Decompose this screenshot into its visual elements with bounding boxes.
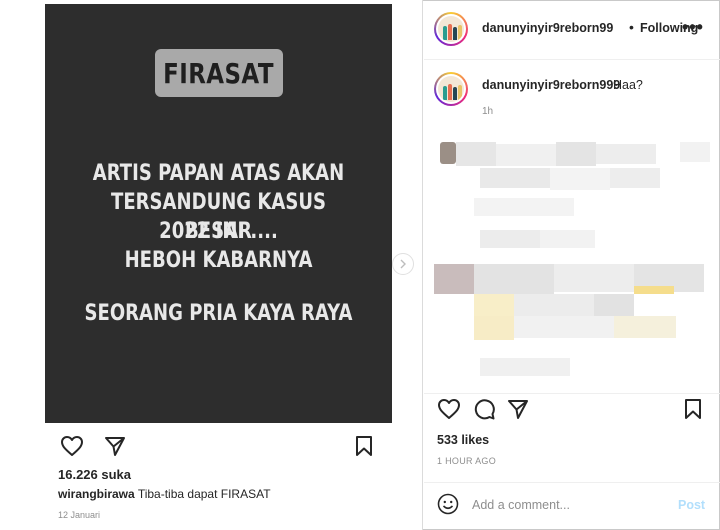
tag-text: FIRASAT [163, 56, 275, 90]
post-image[interactable]: FIRASAT ARTIS PAPAN ATAS AKAN TERSANDUNG… [45, 4, 392, 423]
bookmark-icon [356, 436, 372, 456]
firasat-tag: FIRASAT [155, 49, 283, 97]
left-post: FIRASAT ARTIS PAPAN ATAS AKAN TERSANDUNG… [0, 0, 423, 530]
comment-icon [474, 399, 495, 420]
headline-line-3: 2022 INI .... [159, 219, 278, 244]
post-detail-panel: danunyinyir9reborn99 • Following ••• dan… [424, 0, 720, 530]
chevron-right-icon [400, 259, 406, 269]
headline-line-1: ARTIS PAPAN ATAS AKAN [92, 161, 345, 186]
bookmark-icon [685, 399, 701, 419]
emoji-button[interactable] [437, 493, 459, 515]
bookmark-button[interactable] [350, 432, 378, 460]
post-comment-button[interactable]: Post [678, 498, 705, 512]
more-options-button[interactable]: ••• [682, 17, 704, 38]
avatar[interactable] [434, 12, 468, 46]
like-count[interactable]: 533 likes [437, 433, 489, 447]
caption-username[interactable]: wirangbirawa [58, 487, 135, 501]
comment-bar: Add a comment... Post [424, 482, 720, 530]
bookmark-button[interactable] [679, 395, 707, 423]
blurred-comments [434, 138, 710, 383]
like-button[interactable] [435, 395, 463, 423]
share-button[interactable] [101, 432, 129, 460]
comment-button[interactable] [470, 395, 498, 423]
share-button[interactable] [504, 395, 532, 423]
post-date: 12 Januari [58, 510, 101, 520]
heart-icon [438, 399, 460, 419]
caption-username[interactable]: danunyinyir9reborn999 [482, 78, 620, 92]
like-button[interactable] [58, 432, 86, 460]
headline-line-5: SEORANG PRIA KAYA RAYA [84, 301, 353, 326]
next-image-button[interactable] [392, 253, 414, 275]
comment-input[interactable]: Add a comment... [472, 498, 570, 512]
caption-avatar[interactable] [434, 72, 468, 106]
emoji-icon [437, 493, 459, 515]
caption-text: Haa? [613, 78, 643, 92]
headline-line-4: HEBOH KABARNYA [124, 248, 313, 273]
post-caption: wirangbirawa Tiba-tiba dapat FIRASAT [58, 487, 271, 501]
header-separator: • [629, 19, 634, 35]
header-username[interactable]: danunyinyir9reborn99 [482, 21, 613, 35]
share-icon [508, 400, 528, 419]
heart-icon [61, 436, 83, 456]
post-header: danunyinyir9reborn99 • Following ••• [424, 0, 720, 60]
action-bar [424, 393, 720, 423]
share-icon [105, 437, 125, 456]
left-action-bar [58, 432, 378, 460]
caption-time: 1h [482, 106, 494, 117]
caption-text: Tiba-tiba dapat FIRASAT [137, 487, 271, 501]
post-timestamp: 1 HOUR AGO [437, 456, 497, 466]
like-count[interactable]: 16.226 suka [58, 467, 131, 482]
